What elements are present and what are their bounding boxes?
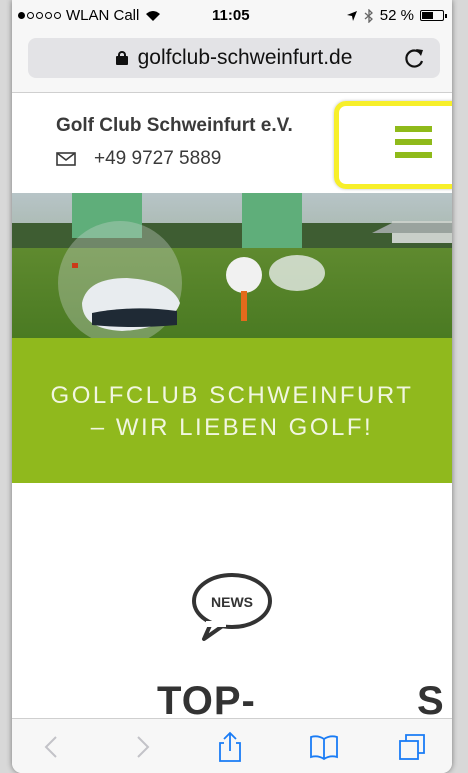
battery-percent: 52 % (379, 7, 414, 24)
browser-address-area: golfclub-schweinfurt.de (12, 32, 452, 93)
status-bar: WLAN Call 11:05 52 % (12, 0, 452, 32)
browser-toolbar (12, 718, 452, 773)
status-right: 52 % (346, 7, 447, 24)
status-time: 11:05 (212, 7, 250, 24)
hero-image (12, 193, 452, 338)
battery-icon (420, 10, 447, 21)
banner-line-1: GOLFCLUB SCHWEINFURT (50, 382, 414, 409)
banner-line-2: – WIR LIEBEN GOLF! (90, 414, 374, 441)
back-icon[interactable] (36, 731, 68, 763)
contact-line[interactable]: +49 9727 5889 (56, 148, 221, 170)
news-icon-label: NEWS (211, 594, 253, 610)
news-speech-bubble-icon: NEWS (192, 573, 272, 641)
address-bar[interactable]: golfclub-schweinfurt.de (28, 38, 440, 78)
lock-icon (115, 51, 128, 65)
location-arrow-icon (346, 10, 357, 21)
status-left: WLAN Call (18, 7, 161, 24)
club-name[interactable]: Golf Club Schweinfurt e.V. (56, 115, 293, 137)
hero-banner: GOLFCLUB SCHWEINFURT – WIR LIEBEN GOLF! (12, 338, 452, 483)
mail-icon (56, 152, 76, 166)
url-text: golfclub-schweinfurt.de (137, 46, 353, 69)
phone-screen: WLAN Call 11:05 52 % golfclub-schweinfur… (12, 0, 452, 773)
carrier-label: WLAN Call (66, 7, 140, 24)
bookmarks-icon[interactable] (308, 731, 340, 763)
wifi-icon (146, 10, 161, 21)
hamburger-menu-icon[interactable] (395, 126, 432, 158)
news-section: NEWS TOP- S (12, 483, 452, 723)
tabs-icon[interactable] (396, 731, 428, 763)
bluetooth-icon (364, 8, 373, 23)
phone-number: +49 9727 5889 (94, 148, 222, 169)
reload-icon[interactable] (402, 45, 428, 71)
forward-icon[interactable] (126, 731, 158, 763)
golf-hero-illustration (12, 193, 452, 338)
share-icon[interactable] (214, 731, 246, 763)
highlight-frame (334, 101, 452, 189)
signal-strength-icon (18, 12, 61, 19)
site-header: Golf Club Schweinfurt e.V. +49 9727 5889 (12, 93, 452, 193)
